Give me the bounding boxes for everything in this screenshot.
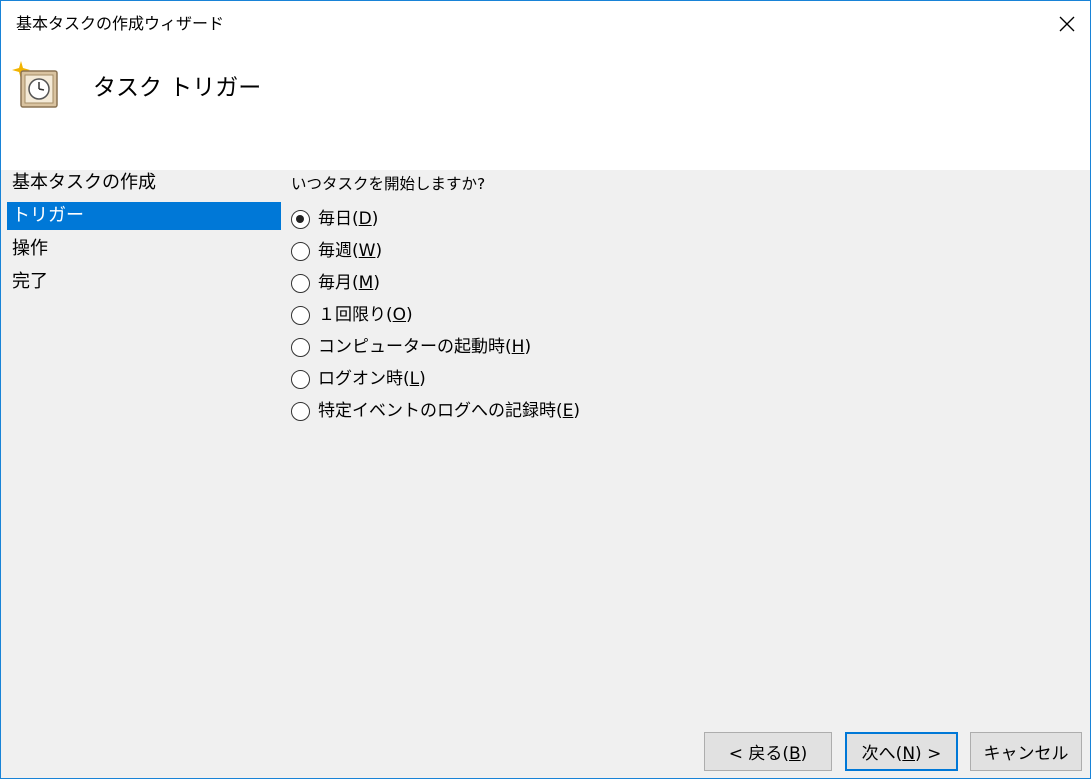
trigger-question: いつタスクを開始しますか? — [291, 175, 486, 193]
radio-button[interactable] — [291, 337, 310, 357]
window-title: 基本タスクの作成ウィザード — [16, 14, 225, 33]
task-clock-icon — [12, 61, 58, 108]
close-button[interactable] — [1044, 1, 1090, 47]
close-icon — [1059, 16, 1075, 32]
back-button-label: < 戻る(B) — [728, 744, 808, 764]
radio-monthly[interactable]: 毎月(M) — [291, 267, 580, 299]
wizard-header: タスク トリガー — [1, 47, 1090, 170]
wizard-window: 基本タスクの作成ウィザード タスク トリガー 基本タスクの作成 トリガー 操作 — [0, 0, 1091, 779]
radio-button-checked[interactable] — [291, 209, 310, 229]
step-create-basic-task[interactable]: 基本タスクの作成 — [7, 169, 281, 197]
radio-label: 毎日(D) — [318, 209, 379, 229]
radio-label: 毎週(W) — [318, 241, 383, 261]
page-title: タスク トリガー — [93, 75, 262, 101]
step-trigger[interactable]: トリガー — [7, 202, 281, 230]
title-bar: 基本タスクの作成ウィザード — [1, 1, 1090, 47]
radio-one-time[interactable]: １回限り(O) — [291, 299, 580, 331]
radio-daily[interactable]: 毎日(D) — [291, 203, 580, 235]
radio-label: １回限り(O) — [318, 305, 413, 325]
radio-label: 毎月(M) — [318, 273, 380, 293]
radio-label: コンピューターの起動時(H) — [318, 337, 532, 357]
radio-label: 特定イベントのログへの記録時(E) — [318, 401, 581, 421]
radio-button[interactable] — [291, 401, 310, 421]
wizard-steps: 基本タスクの作成 トリガー 操作 完了 — [7, 169, 281, 301]
back-button[interactable]: < 戻る(B) — [704, 732, 832, 771]
next-button[interactable]: 次へ(N) > — [845, 732, 958, 771]
radio-button[interactable] — [291, 369, 310, 389]
radio-button[interactable] — [291, 273, 310, 293]
radio-on-event[interactable]: 特定イベントのログへの記録時(E) — [291, 395, 580, 427]
trigger-panel: いつタスクを開始しますか? 毎日(D) 毎週(W) 毎月(M) １回限り(O) … — [291, 173, 580, 427]
step-finish[interactable]: 完了 — [7, 268, 281, 296]
radio-at-logon[interactable]: ログオン時(L) — [291, 363, 580, 395]
radio-at-startup[interactable]: コンピューターの起動時(H) — [291, 331, 580, 363]
radio-button[interactable] — [291, 241, 310, 261]
radio-button[interactable] — [291, 305, 310, 325]
radio-label: ログオン時(L) — [318, 369, 426, 389]
next-button-label: 次へ(N) > — [861, 744, 942, 764]
step-action[interactable]: 操作 — [7, 235, 281, 263]
cancel-button[interactable]: キャンセル — [970, 732, 1082, 771]
radio-weekly[interactable]: 毎週(W) — [291, 235, 580, 267]
